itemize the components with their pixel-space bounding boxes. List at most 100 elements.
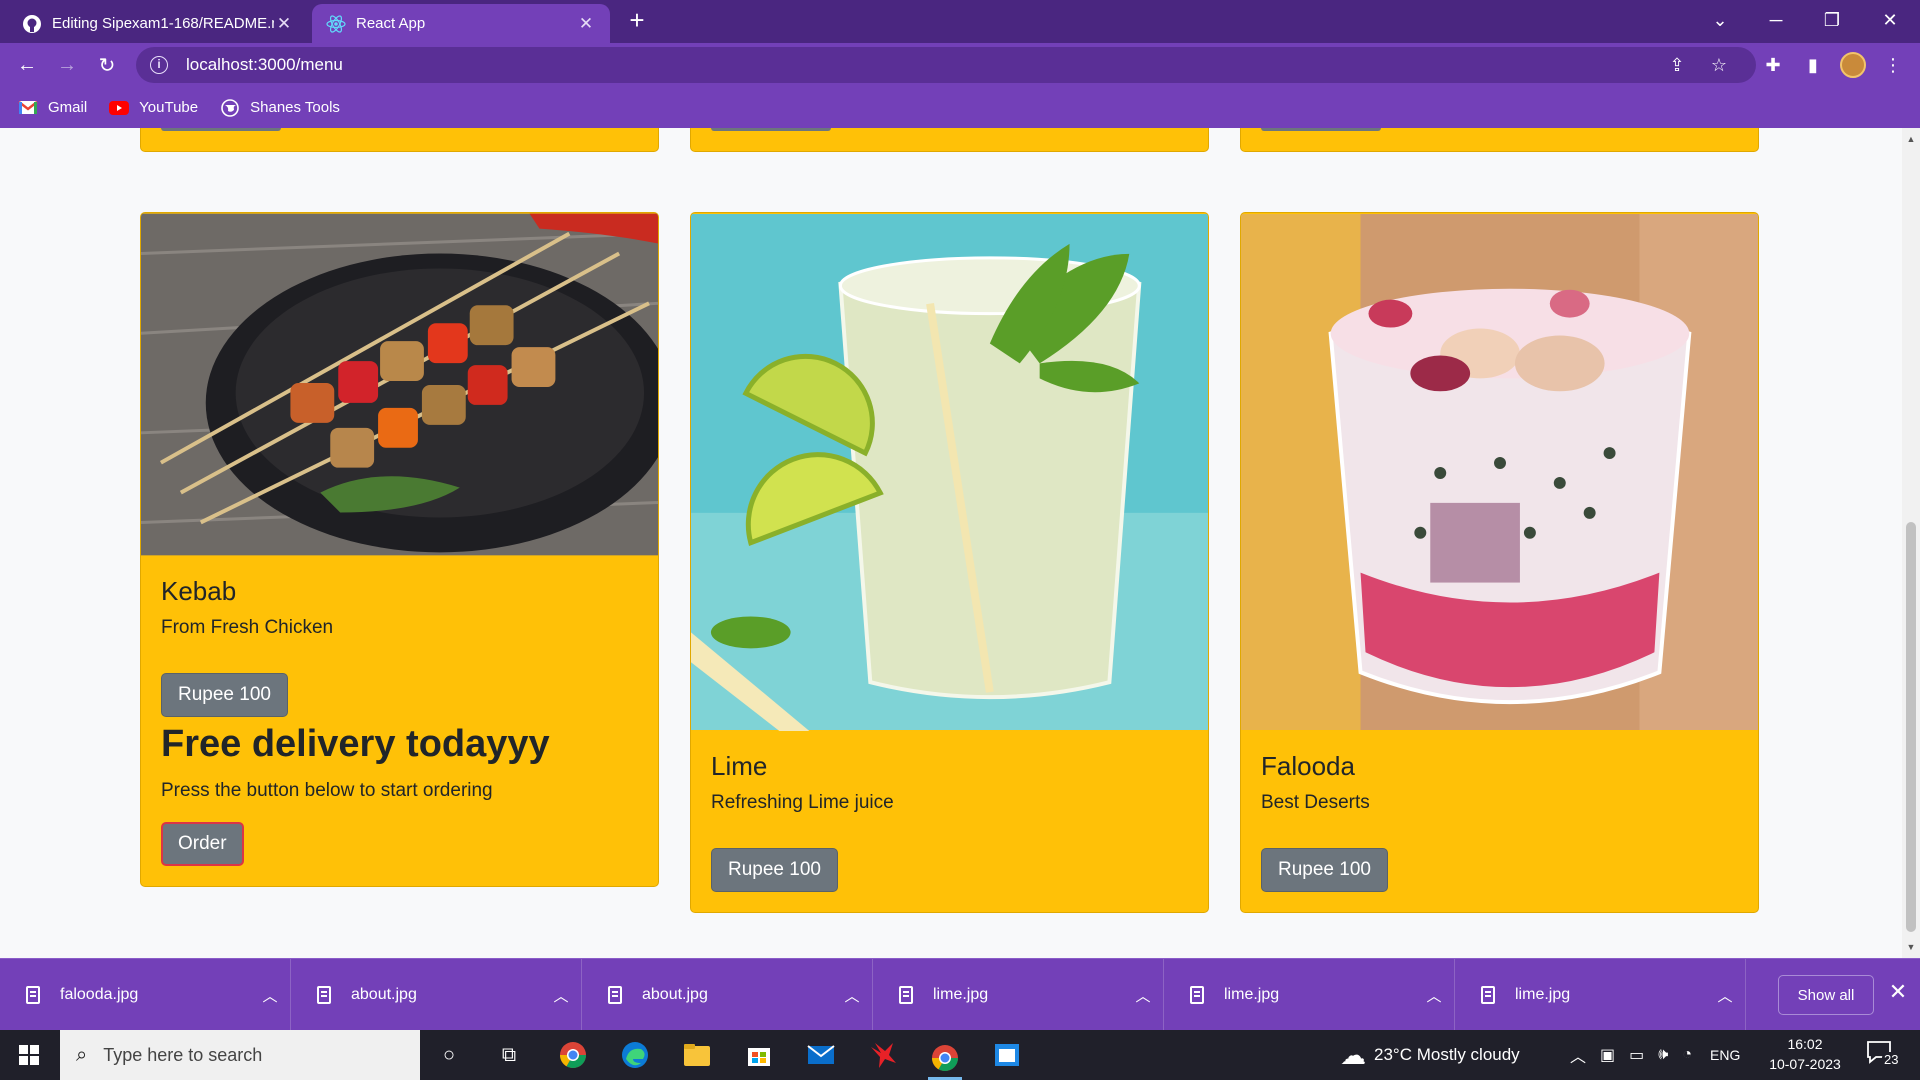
edge-taskbar-icon[interactable] (618, 1038, 652, 1072)
card-text: Refreshing Lime juice (711, 792, 894, 813)
more-menu-icon[interactable]: ⋮ (1880, 52, 1906, 78)
order-button[interactable]: Order (161, 822, 244, 866)
download-item[interactable]: about.jpg ︿ (582, 959, 873, 1031)
chevron-up-icon[interactable]: ︿ (1705, 985, 1745, 1006)
chevron-up-icon[interactable]: ︿ (250, 985, 290, 1006)
download-item[interactable]: about.jpg ︿ (291, 959, 582, 1031)
chevron-up-icon[interactable]: ︿ (541, 985, 581, 1006)
side-panel-icon[interactable]: ▮ (1800, 52, 1826, 78)
clock-time: 16:02 (1787, 1036, 1823, 1052)
previous-card-bottom (1240, 128, 1759, 152)
address-bar[interactable]: i localhost:3000/menu ⇪ ☆ (136, 47, 1756, 83)
microsoft-store-icon[interactable] (742, 1038, 776, 1072)
card-body: Falooda Best Deserts Rupee 100 (1241, 731, 1758, 912)
close-tab-icon[interactable]: ✕ (576, 14, 596, 34)
scroll-up-arrow-icon[interactable]: ▲ (1902, 134, 1920, 144)
volume-icon[interactable]: 🕪 (1658, 1046, 1668, 1064)
tab-strip: Editing Sipexam1-168/README.md ✕ React A… (0, 0, 1920, 43)
price-button[interactable]: Rupee 100 (1261, 848, 1388, 892)
app-window-icon[interactable] (990, 1038, 1024, 1072)
youtube-icon (109, 100, 130, 116)
tray-icons: ︿ ▣ ▭ 🕪 ◔ ENG (1570, 1030, 1740, 1080)
download-filename: lime.jpg (1515, 986, 1571, 1003)
scroll-down-arrow-icon[interactable]: ▼ (1902, 942, 1920, 952)
close-tab-icon[interactable]: ✕ (274, 14, 294, 34)
tab-search-icon[interactable]: ⌄ (1696, 0, 1744, 40)
forward-icon[interactable]: → (52, 50, 82, 80)
clock-date: 10-07-2023 (1769, 1056, 1841, 1072)
back-icon[interactable]: ← (12, 50, 42, 80)
lime-image (691, 213, 1208, 731)
site-info-icon[interactable]: i (150, 56, 168, 74)
download-filename: lime.jpg (933, 986, 989, 1003)
react-icon (326, 14, 346, 34)
card-text: Best Deserts (1261, 792, 1370, 813)
minimize-icon[interactable]: ─ (1752, 0, 1800, 40)
search-placeholder: Type here to search (103, 1044, 263, 1065)
chevron-up-icon[interactable]: ︿ (1414, 985, 1454, 1006)
mail-icon[interactable] (804, 1038, 838, 1072)
system-clock[interactable]: 16:02 10-07-2023 (1760, 1034, 1850, 1074)
file-icon (1481, 986, 1495, 1004)
downloads-shelf: falooda.jpg ︿ about.jpg ︿ about.jpg ︿ li… (0, 958, 1920, 1031)
windows-start-icon[interactable] (12, 1038, 46, 1072)
file-icon (1190, 986, 1204, 1004)
price-button[interactable]: Rupee 100 (161, 673, 288, 717)
bookmark-label: Shanes Tools (250, 99, 340, 116)
previous-card-bottom (690, 128, 1209, 152)
bookmark-star-icon[interactable]: ☆ (1708, 54, 1730, 76)
download-filename: about.jpg (642, 986, 708, 1003)
weather-widget[interactable]: ☁ 23°C Mostly cloudy (1340, 1030, 1520, 1080)
download-filename: lime.jpg (1224, 986, 1280, 1003)
bookmark-youtube[interactable]: YouTube (109, 99, 198, 116)
menu-card-kebab: Kebab From Fresh Chicken Rupee 100 Free … (140, 212, 659, 887)
taskbar-search-box[interactable]: ⌕ Type here to search (60, 1030, 420, 1080)
extensions-icon[interactable]: ✚ (1760, 52, 1786, 78)
close-window-icon[interactable]: ✕ (1866, 0, 1914, 40)
card-title: Falooda (1261, 751, 1355, 781)
weather-cloud-icon: ☁ (1340, 1039, 1366, 1070)
download-item[interactable]: lime.jpg ︿ (1164, 959, 1455, 1031)
file-icon (899, 986, 913, 1004)
previous-card-button (161, 128, 281, 131)
download-item[interactable]: falooda.jpg ︿ (0, 959, 291, 1031)
file-icon (26, 986, 40, 1004)
previous-card-bottom (140, 128, 659, 152)
notification-center[interactable]: 23 (1866, 1040, 1902, 1070)
card-body: Lime Refreshing Lime juice Rupee 100 (691, 731, 1208, 912)
price-button[interactable]: Rupee 100 (711, 848, 838, 892)
download-item[interactable]: lime.jpg ︿ (873, 959, 1164, 1031)
tab-github-readme[interactable]: Editing Sipexam1-168/README.md ✕ (8, 4, 308, 43)
new-tab-button[interactable]: + (622, 6, 652, 36)
share-icon[interactable]: ⇪ (1666, 54, 1688, 76)
previous-card-button (711, 128, 831, 131)
tab-react-app[interactable]: React App ✕ (312, 4, 610, 43)
profile-avatar[interactable] (1840, 52, 1866, 78)
kebab-image (141, 213, 658, 556)
show-all-downloads-button[interactable]: Show all (1778, 975, 1874, 1015)
file-explorer-icon[interactable] (680, 1038, 714, 1072)
bookmark-shanes-tools[interactable]: Shanes Tools (220, 98, 340, 117)
bookmark-label: YouTube (139, 99, 199, 116)
file-icon (317, 986, 331, 1004)
chevron-up-icon[interactable]: ︿ (832, 985, 872, 1006)
page-scrollbar[interactable]: ▲ ▼ (1902, 128, 1920, 958)
download-item[interactable]: lime.jpg ︿ (1455, 959, 1746, 1031)
network-adapter-icon[interactable]: ▣ (1600, 1045, 1615, 1065)
task-view-icon[interactable]: ⧉ (492, 1038, 526, 1072)
restore-icon[interactable]: ❐ (1808, 0, 1856, 40)
scrollbar-thumb[interactable] (1906, 522, 1916, 932)
battery-icon[interactable]: ▭ (1629, 1045, 1644, 1065)
chrome-running-icon[interactable] (928, 1038, 962, 1080)
app-red-icon[interactable] (866, 1038, 900, 1072)
cortana-icon[interactable]: ○ (432, 1038, 466, 1072)
chrome-taskbar-icon[interactable] (556, 1038, 590, 1072)
language-indicator[interactable]: ENG (1710, 1047, 1740, 1063)
chevron-up-icon[interactable]: ︿ (1123, 985, 1163, 1006)
wifi-icon[interactable]: ◔ (1682, 1046, 1692, 1064)
reload-icon[interactable]: ↻ (92, 50, 122, 80)
close-shelf-icon[interactable]: ✕ (1884, 979, 1912, 1009)
bookmark-gmail[interactable]: Gmail (18, 99, 87, 116)
bookmarks-bar: Gmail YouTube Shanes Tools (0, 87, 1920, 128)
show-hidden-icons-icon[interactable]: ︿ (1570, 1043, 1586, 1067)
